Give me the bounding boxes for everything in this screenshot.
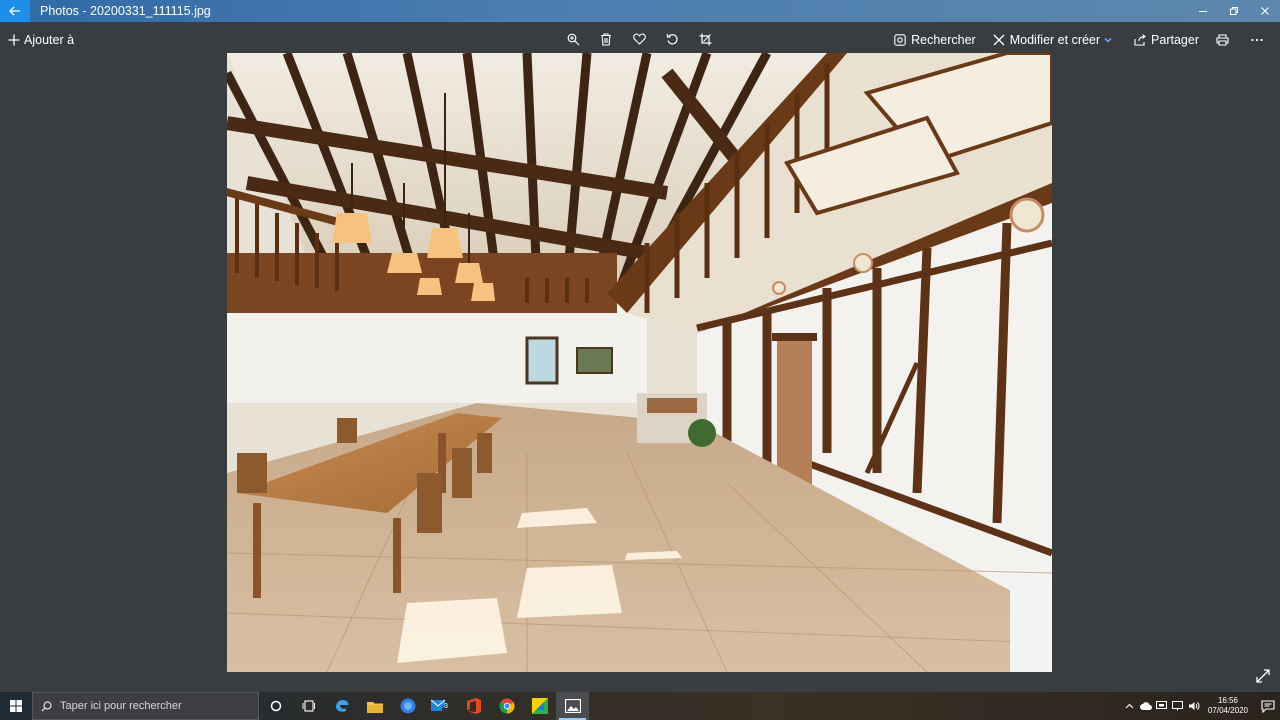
cloud-icon (1139, 702, 1152, 710)
minimize-button[interactable] (1187, 0, 1218, 22)
taskbar-clock[interactable]: 16:56 07/04/2020 (1208, 696, 1248, 716)
title-bar: Photos - 20200331_111115.jpg (0, 0, 1280, 22)
folder-icon (366, 701, 383, 713)
add-to-button[interactable]: Ajouter à (8, 33, 74, 47)
taskbar-office[interactable] (457, 692, 490, 720)
tray-network[interactable] (1170, 692, 1186, 720)
edit-create-button[interactable]: Modifier et créer (993, 33, 1117, 47)
clock-date: 07/04/2020 (1207, 706, 1248, 715)
taskbar-file-explorer[interactable] (358, 692, 391, 720)
zoom-icon (567, 33, 579, 45)
room-photo (227, 53, 1052, 672)
zoom-button[interactable] (562, 28, 584, 50)
network-icon (1172, 701, 1184, 711)
search-photos-label: Rechercher (911, 33, 976, 47)
rotate-button[interactable] (661, 28, 683, 50)
edit-tools-icon (993, 34, 1005, 46)
taskbar-chrome[interactable] (490, 692, 523, 720)
taskbar-edge[interactable] (325, 692, 358, 720)
delete-button[interactable] (595, 28, 617, 50)
chevron-up-icon (1126, 703, 1134, 709)
close-icon (1260, 7, 1269, 15)
share-button[interactable]: Partager (1134, 33, 1199, 47)
search-photos-button[interactable]: Rechercher (894, 33, 976, 47)
back-button[interactable] (0, 0, 30, 22)
print-button[interactable] (1216, 34, 1234, 46)
edit-create-label: Modifier et créer (1009, 33, 1101, 47)
tray-volume[interactable] (1186, 692, 1202, 720)
back-arrow-icon (9, 6, 20, 16)
restore-icon (1229, 7, 1238, 15)
ellipsis-icon (1251, 38, 1263, 42)
mail-badge-count: 3 (444, 703, 448, 710)
search-icon (41, 700, 52, 711)
blue-globe-icon (400, 698, 415, 714)
taskbar-photos[interactable] (556, 692, 589, 720)
task-view-button[interactable] (292, 692, 325, 720)
more-options-button[interactable] (1251, 38, 1268, 42)
photo-viewer-image[interactable] (227, 53, 1052, 672)
start-button[interactable] (0, 692, 32, 720)
rotate-icon (666, 33, 678, 44)
taskbar: Taper ici pour rechercher 3 16:56 07/04/… (0, 692, 1280, 720)
cortana-button[interactable] (259, 692, 292, 720)
system-tray: 16:56 07/04/2020 (1122, 692, 1280, 720)
share-icon (1134, 34, 1146, 46)
visual-search-icon (894, 34, 906, 46)
office-icon (466, 698, 481, 714)
crop-button[interactable] (694, 28, 716, 50)
taskbar-browser-blue[interactable] (391, 692, 424, 720)
task-view-icon (302, 700, 315, 712)
chevron-down-icon (1104, 38, 1112, 43)
minimize-icon (1198, 11, 1207, 12)
windows-logo-icon (10, 700, 22, 712)
tray-onedrive[interactable] (1138, 692, 1154, 720)
close-button[interactable] (1249, 0, 1280, 22)
display-icon (1156, 701, 1168, 709)
tray-overflow-button[interactable] (1122, 692, 1138, 720)
photos-icon (564, 699, 581, 713)
cortana-circle-icon (270, 700, 281, 712)
clock-time: 16:56 (1217, 696, 1238, 705)
notification-icon (1261, 699, 1275, 713)
action-center-button[interactable] (1256, 692, 1280, 720)
taskbar-mail[interactable]: 3 (424, 692, 457, 720)
taskbar-search-placeholder: Taper ici pour rechercher (60, 700, 182, 712)
taskbar-search-box[interactable]: Taper ici pour rechercher (32, 692, 259, 720)
heart-icon (632, 33, 646, 45)
speaker-icon (1188, 702, 1200, 710)
window-title: Photos - 20200331_111115.jpg (40, 4, 211, 18)
printer-icon (1216, 34, 1229, 46)
fullscreen-expand-icon[interactable] (1255, 668, 1271, 684)
plus-icon (8, 34, 20, 46)
tray-display[interactable] (1154, 692, 1170, 720)
restore-button[interactable] (1218, 0, 1249, 22)
trash-icon (601, 32, 611, 46)
add-to-label: Ajouter à (24, 33, 75, 47)
edge-icon (335, 700, 348, 712)
chrome-icon (498, 698, 515, 714)
taskbar-sticky-app[interactable] (523, 692, 556, 720)
share-label: Partager (1151, 33, 1199, 47)
colorful-tile-icon (531, 698, 548, 714)
favorite-button[interactable] (628, 28, 650, 50)
crop-icon (699, 33, 711, 45)
